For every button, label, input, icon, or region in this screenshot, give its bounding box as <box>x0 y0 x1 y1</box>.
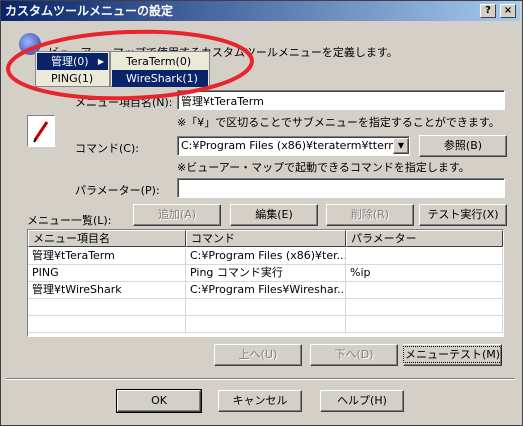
test-run-button[interactable]: テスト実行(X) <box>419 204 507 226</box>
close-title-button[interactable]: × <box>500 4 516 18</box>
browse-button[interactable]: 参照(B) <box>419 135 507 157</box>
title-bar: カスタムツールメニューの設定 <box>1 1 520 21</box>
cancel-button[interactable]: キャンセル <box>218 390 302 412</box>
ok-button[interactable]: OK <box>116 389 202 413</box>
column-header-parameter[interactable]: パラメーター <box>346 230 503 247</box>
command-combobox[interactable]: C:¥Program Files (x86)¥teraterm¥ttermpro <box>177 136 410 156</box>
table-row[interactable]: PING Ping コマンド実行 %ip <box>28 265 503 282</box>
parameter-input[interactable] <box>177 178 505 198</box>
column-header-command[interactable]: コマンド <box>186 230 346 247</box>
add-button[interactable]: 追加(A) <box>133 204 221 226</box>
move-down-button[interactable]: 下へ(D) <box>310 344 398 366</box>
table-row[interactable]: 管理¥tTeraTerm C:¥Program Files (x86)¥ter.… <box>28 248 503 265</box>
table-row[interactable]: 管理¥tWireShark C:¥Program Files¥Wireshar.… <box>28 282 503 299</box>
annotation-ellipse <box>6 29 254 101</box>
window-title: カスタムツールメニューの設定 <box>5 4 174 18</box>
delete-button[interactable]: 削除(R) <box>326 204 414 226</box>
table-row-empty <box>28 299 503 316</box>
command-hint: ※ビューアー・マップで起動できるコマンドを指定します。 <box>177 161 470 174</box>
menu-item-name-hint: ※「¥」で区切ることでサブメニューを指定することができます。 <box>177 116 500 129</box>
table-header: メニュー項目名 コマンド パラメーター <box>28 230 503 247</box>
menu-test-button[interactable]: メニューテスト(M) <box>402 344 503 366</box>
command-label: コマンド(C): <box>75 142 139 155</box>
edit-button[interactable]: 編集(E) <box>230 204 318 226</box>
parameter-label: パラメーター(P): <box>75 184 160 197</box>
help-title-button[interactable]: ? <box>480 4 496 18</box>
command-value: C:¥Program Files (x86)¥teraterm¥ttermpro <box>181 139 410 152</box>
separator <box>6 378 515 380</box>
pencil-icon <box>27 115 55 147</box>
command-dropdown-arrow-icon[interactable]: ▼ <box>393 138 409 154</box>
table-row-empty <box>28 316 503 333</box>
menu-list-label: メニュー一覧(L): <box>27 214 112 227</box>
move-up-button[interactable]: 上へ(U) <box>214 344 302 366</box>
help-button[interactable]: ヘルプ(H) <box>320 390 404 412</box>
menu-list-table[interactable]: メニュー項目名 コマンド パラメーター 管理¥tTeraTerm C:¥Prog… <box>27 229 504 337</box>
column-header-name[interactable]: メニュー項目名 <box>28 230 186 247</box>
